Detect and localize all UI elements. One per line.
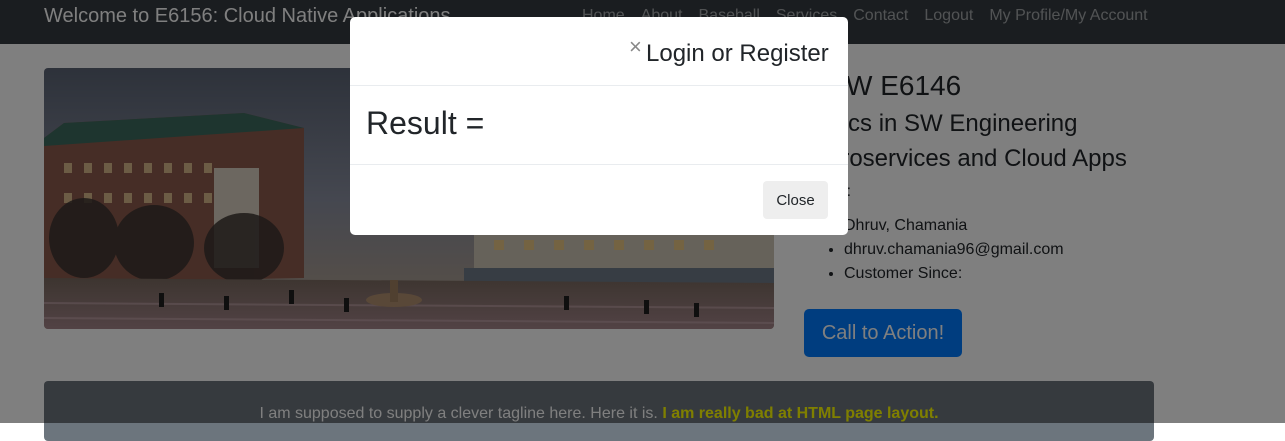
modal-title: Login or Register [646, 40, 829, 67]
login-modal: × Login or Register Result = Close [350, 17, 848, 235]
result-label: Result = [366, 105, 485, 141]
modal-body: Result = [350, 86, 848, 165]
modal-header: × Login or Register [350, 17, 848, 86]
modal-footer: Close [350, 165, 848, 235]
close-icon[interactable]: × [629, 35, 642, 59]
close-button[interactable]: Close [763, 181, 828, 219]
